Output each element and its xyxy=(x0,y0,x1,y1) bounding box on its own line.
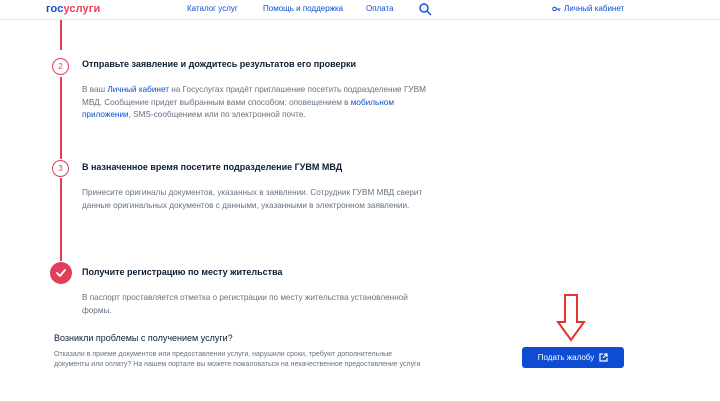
text-fragment: , SMS-сообщением или по электронной почт… xyxy=(128,110,306,120)
header: госуслуги Каталог услуг Помощь и поддерж… xyxy=(0,0,720,20)
problems-title: Возникли проблемы с получением услуги? xyxy=(54,333,233,343)
check-icon xyxy=(56,269,66,277)
personal-cabinet-inline-link[interactable]: Личный кабинет xyxy=(107,85,169,94)
timeline-line xyxy=(60,20,62,50)
step-description: В паспорт проставляется отметка о регист… xyxy=(82,293,408,315)
logo-part-2: услуги xyxy=(63,3,101,15)
submit-complaint-label: Подать жалобу xyxy=(537,353,595,362)
submit-complaint-button[interactable]: Подать жалобу xyxy=(522,347,624,368)
personal-cabinet-link[interactable]: Личный кабинет xyxy=(552,4,624,13)
step-description: В ваш Личный кабинет на Госуслугах придё… xyxy=(82,84,432,122)
problems-description: Отказали в приеме документов или предост… xyxy=(54,351,421,368)
logo-part-1: гос xyxy=(46,3,64,15)
step-done-badge xyxy=(50,262,72,284)
step-description: Принесите оригиналы документов, указанны… xyxy=(82,188,423,210)
step-title: Получите регистрацию по месту жительства xyxy=(82,267,283,277)
step-number-badge: 2 xyxy=(52,58,69,75)
timeline-line xyxy=(60,77,62,159)
nav-help[interactable]: Помощь и поддержка xyxy=(263,4,343,13)
gosuslugi-logo[interactable]: госуслуги xyxy=(46,3,100,15)
external-link-icon xyxy=(599,353,608,362)
step-title: Отправьте заявление и дождитесь результа… xyxy=(82,59,357,69)
step-title: В назначенное время посетите подразделен… xyxy=(82,162,343,172)
text-fragment: В ваш xyxy=(82,85,108,94)
search-icon[interactable] xyxy=(418,2,432,16)
timeline-line xyxy=(60,178,62,261)
arrow-down-icon xyxy=(556,294,586,342)
step-number-badge: 3 xyxy=(52,160,69,177)
personal-cabinet-label: Личный кабинет xyxy=(564,4,625,13)
nav-payment[interactable]: Оплата xyxy=(366,4,394,13)
nav-catalog[interactable]: Каталог услуг xyxy=(187,4,238,13)
key-icon xyxy=(552,6,561,11)
